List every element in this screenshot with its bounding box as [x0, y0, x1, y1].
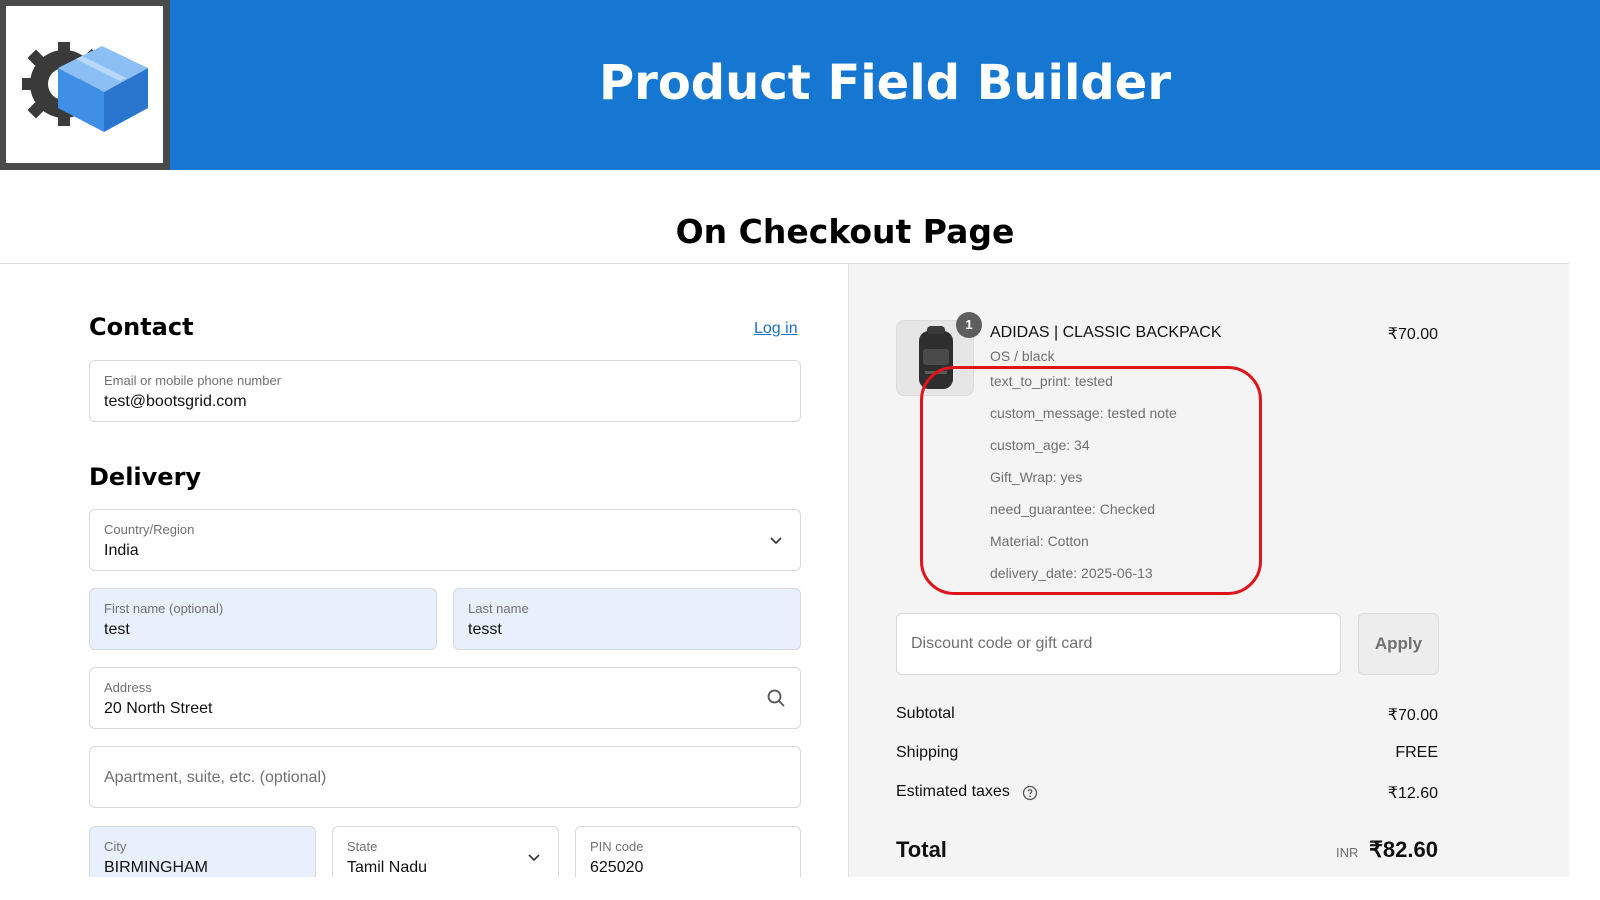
total-currency: INR — [1336, 845, 1359, 860]
first-name-label: First name (optional) — [104, 601, 224, 616]
quantity-badge: 1 — [956, 312, 982, 338]
email-field[interactable]: Email or mobile phone number test@bootsg… — [89, 360, 801, 422]
gear-box-logo-icon — [22, 42, 148, 132]
apartment-placeholder: Apartment, suite, etc. (optional) — [104, 769, 327, 786]
last-name-label: Last name — [468, 601, 529, 616]
apply-button[interactable]: Apply — [1358, 613, 1439, 675]
email-field-label: Email or mobile phone number — [104, 373, 282, 388]
address-label: Address — [104, 680, 152, 695]
pin-code-value: 625020 — [590, 859, 644, 876]
taxes-value: ₹12.60 — [1387, 785, 1438, 802]
product-price: ₹70.00 — [1387, 326, 1438, 343]
contact-heading: Contact — [89, 313, 194, 341]
country-label: Country/Region — [104, 522, 195, 537]
first-name-field[interactable]: First name (optional) test — [89, 588, 437, 650]
address-value: 20 North Street — [104, 700, 213, 717]
app-header: Product Field Builder — [0, 0, 1600, 170]
app-logo — [6, 6, 163, 163]
product-variant: OS / black — [990, 348, 1055, 364]
total-label: Total — [896, 837, 947, 862]
country-select[interactable]: Country/Region India — [89, 509, 801, 571]
app-title: Product Field Builder — [598, 55, 1172, 111]
state-value: Tamil Nadu — [347, 859, 428, 876]
highlight-outline — [920, 366, 1262, 595]
help-icon[interactable] — [1022, 785, 1038, 801]
last-name-value: tesst — [468, 621, 502, 638]
pin-code-label: PIN code — [590, 839, 644, 854]
discount-placeholder: Discount code or gift card — [911, 635, 1093, 652]
apartment-field[interactable]: Apartment, suite, etc. (optional) — [89, 746, 801, 808]
city-value: BIRMINGHAM — [104, 859, 208, 876]
shipping-label: Shipping — [896, 744, 959, 761]
chevron-down-icon — [528, 854, 540, 862]
email-field-value: test@bootsgrid.com — [104, 393, 247, 410]
delivery-heading: Delivery — [89, 463, 202, 491]
page-subtitle: On Checkout Page — [675, 212, 1015, 251]
product-title: ADIDAS | CLASSIC BACKPACK — [990, 324, 1222, 341]
subtotal-value: ₹70.00 — [1387, 707, 1438, 724]
bottom-strip — [0, 877, 1600, 900]
last-name-field[interactable]: Last name tesst — [453, 588, 801, 650]
city-label: City — [104, 839, 127, 854]
chevron-down-icon — [770, 537, 782, 545]
subtotal-label: Subtotal — [896, 705, 955, 722]
address-field[interactable]: Address 20 North Street — [89, 667, 801, 729]
login-link[interactable]: Log in — [754, 320, 798, 338]
state-label: State — [347, 839, 378, 854]
country-value: India — [104, 542, 139, 559]
total-value: ₹82.60 — [1368, 837, 1438, 862]
search-icon[interactable] — [766, 688, 786, 708]
first-name-value: test — [104, 621, 130, 638]
discount-input[interactable]: Discount code or gift card — [896, 613, 1341, 675]
shipping-value: FREE — [1395, 744, 1438, 761]
logo-frame — [0, 0, 170, 170]
taxes-label: Estimated taxes — [896, 783, 1010, 800]
